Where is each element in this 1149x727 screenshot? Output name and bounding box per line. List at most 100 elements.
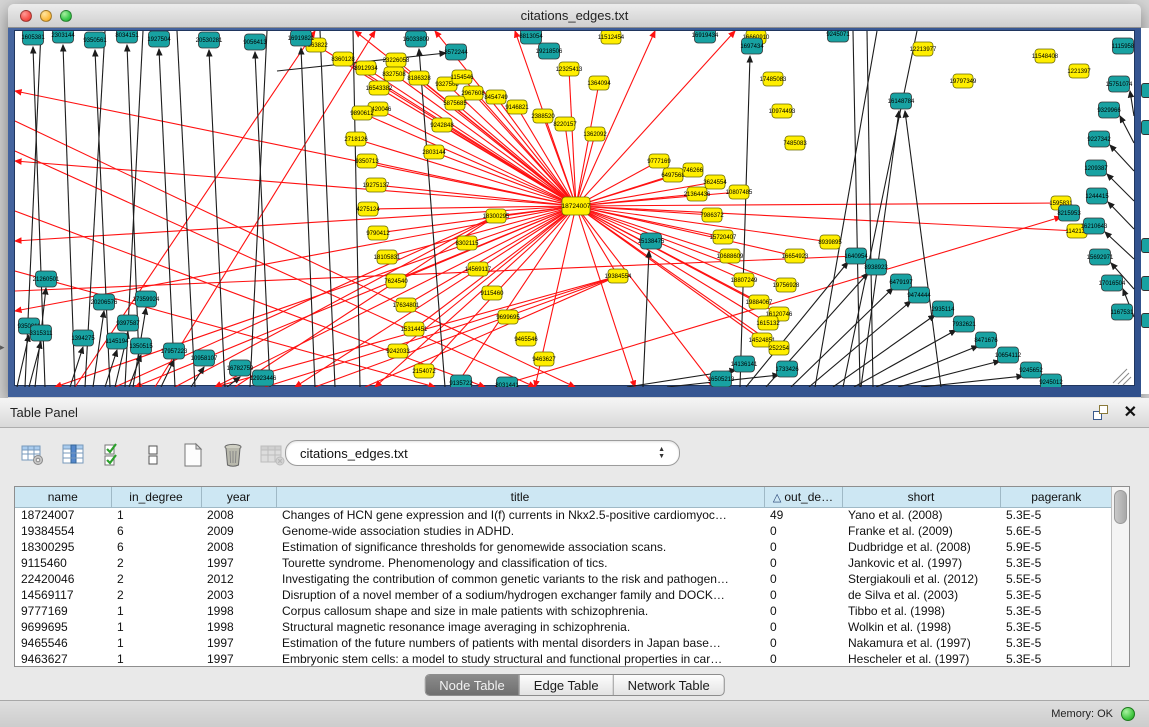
minimize-window-button[interactable] (40, 10, 52, 22)
scrollbar-thumb[interactable] (1114, 490, 1127, 524)
table-cell[interactable]: 0 (764, 523, 842, 539)
table-cell[interactable]: 0 (764, 555, 842, 571)
table-cell[interactable]: Yano et al. (2008) (842, 507, 1000, 523)
graph-edge[interactable] (1108, 202, 1134, 229)
table-cell[interactable]: 5.3E-5 (1000, 587, 1111, 603)
tab-network-table[interactable]: Network Table (614, 675, 724, 695)
table-cell[interactable]: 1998 (201, 603, 276, 619)
table-mode-icon[interactable] (18, 441, 48, 469)
table-cell[interactable]: Estimation of significance thresholds fo… (276, 539, 764, 555)
close-window-button[interactable] (20, 10, 32, 22)
tab-node-table[interactable]: Node Table (425, 675, 520, 695)
table-cell[interactable]: 18300295 (15, 539, 111, 555)
table-cell[interactable]: 2008 (201, 507, 276, 523)
close-panel-icon[interactable]: ✕ (1124, 405, 1137, 421)
column-header-name[interactable]: name (15, 487, 111, 507)
table-cell[interactable]: 9463627 (15, 651, 111, 666)
table-cell[interactable]: 0 (764, 651, 842, 666)
table-cell[interactable]: de Silva et al. (2003) (842, 587, 1000, 603)
table-cell[interactable]: 2009 (201, 523, 276, 539)
clear-selection-icon[interactable] (138, 441, 168, 469)
table-cell[interactable]: Estimation of the future numbers of pati… (276, 635, 764, 651)
table-cell[interactable]: 9465546 (15, 635, 111, 651)
table-cell[interactable]: Franke et al. (2009) (842, 523, 1000, 539)
graph-edge[interactable] (905, 111, 941, 387)
table-cell[interactable]: 5.3E-5 (1000, 603, 1111, 619)
table-cell[interactable]: 1 (111, 619, 201, 635)
graph-edge[interactable] (356, 139, 576, 206)
table-cell[interactable]: 5.9E-5 (1000, 539, 1111, 555)
table-cell[interactable]: 2012 (201, 571, 276, 587)
table-cell[interactable]: 5.3E-5 (1000, 507, 1111, 523)
graph-edge[interactable] (1110, 145, 1134, 171)
table-cell[interactable]: Corpus callosum shape and size in male p… (276, 603, 764, 619)
table-cell[interactable]: 2003 (201, 587, 276, 603)
graph-edge[interactable] (833, 315, 935, 387)
graph-edge[interactable] (861, 111, 899, 387)
float-panel-icon[interactable] (1093, 405, 1108, 420)
table-cell[interactable]: 1 (111, 635, 201, 651)
table-cell[interactable]: 2008 (201, 539, 276, 555)
column-header-title[interactable]: title (276, 487, 764, 507)
table-cell[interactable]: 0 (764, 587, 842, 603)
table-cell[interactable]: 6 (111, 539, 201, 555)
column-header-year[interactable]: year (201, 487, 276, 507)
table-cell[interactable]: Embryonic stem cells: a model to study s… (276, 651, 764, 666)
table-cell[interactable]: 0 (764, 571, 842, 587)
new-column-icon[interactable] (178, 441, 208, 469)
table-row[interactable]: 911546021997Tourette syndrome. Phenomeno… (15, 555, 1111, 571)
table-row[interactable]: 1456911722003Disruption of a novel membe… (15, 587, 1111, 603)
memory-status-icon[interactable] (1121, 707, 1135, 721)
graph-edge[interactable] (70, 347, 83, 387)
table-cell[interactable]: 2 (111, 555, 201, 571)
select-rows-icon[interactable] (98, 441, 128, 469)
table-cell[interactable]: 1997 (201, 555, 276, 571)
table-cell[interactable]: 1 (111, 651, 201, 666)
table-row[interactable]: 2242004622012Investigating the contribut… (15, 571, 1111, 587)
table-cell[interactable]: Disruption of a novel member of a sodium… (276, 587, 764, 603)
graph-edge[interactable] (15, 161, 576, 206)
node-table[interactable]: namein_degreeyeartitle△out_de…shortpager… (15, 487, 1111, 666)
table-cell[interactable]: 19384554 (15, 523, 111, 539)
table-scrollbar[interactable] (1111, 487, 1129, 666)
column-header-out_degree[interactable]: △out_de… (764, 487, 842, 507)
table-row[interactable]: 1830029562008Estimation of significance … (15, 539, 1111, 555)
network-graph[interactable]: 7663822836012889129342322605883275081654… (15, 31, 1136, 387)
table-cell[interactable]: Dudbridge et al. (2008) (842, 539, 1000, 555)
table-cell[interactable]: 9699695 (15, 619, 111, 635)
table-cell[interactable]: 5.6E-5 (1000, 523, 1111, 539)
tab-edge-table[interactable]: Edge Table (520, 675, 614, 695)
table-cell[interactable]: 0 (764, 619, 842, 635)
graph-edge[interactable] (209, 50, 225, 387)
graph-edge[interactable] (576, 206, 1077, 231)
table-cell[interactable]: 0 (764, 539, 842, 555)
resize-grip[interactable] (1113, 369, 1131, 385)
graph-edge[interactable] (1130, 91, 1134, 116)
table-cell[interactable]: 49 (764, 507, 842, 523)
graph-edge[interactable] (1120, 116, 1134, 143)
table-row[interactable]: 946554611997Estimation of the future num… (15, 635, 1111, 651)
column-visibility-icon[interactable] (58, 441, 88, 469)
table-row[interactable]: 1938455462009Genome-wide association stu… (15, 523, 1111, 539)
graph-edge[interactable] (898, 361, 1000, 387)
table-cell[interactable]: Nakamura et al. (1997) (842, 635, 1000, 651)
column-header-pagerank[interactable]: pagerank (1000, 487, 1111, 507)
graph-edge[interactable] (177, 31, 195, 387)
table-cell[interactable]: Investigating the contribution of common… (276, 571, 764, 587)
graph-edge[interactable] (93, 311, 104, 387)
graph-edge[interactable] (854, 330, 956, 387)
table-source-select[interactable]: citations_edges.txt ▲▼ (285, 440, 680, 466)
table-cell[interactable]: 1998 (201, 619, 276, 635)
table-cell[interactable]: 2 (111, 571, 201, 587)
table-cell[interactable]: Tibbo et al. (1998) (842, 603, 1000, 619)
network-canvas[interactable]: 7663822836012889129342322605883275081654… (14, 30, 1135, 386)
graph-edge[interactable] (301, 48, 315, 387)
table-cell[interactable]: 18724007 (15, 507, 111, 523)
graph-edge[interactable] (576, 83, 599, 206)
table-cell[interactable]: 5.3E-5 (1000, 555, 1111, 571)
window-titlebar[interactable]: citations_edges.txt (8, 4, 1141, 28)
table-row[interactable]: 977716911998Corpus callosum shape and si… (15, 603, 1111, 619)
column-header-short[interactable]: short (842, 487, 1000, 507)
table-cell[interactable]: 1 (111, 603, 201, 619)
table-cell[interactable]: 9777169 (15, 603, 111, 619)
